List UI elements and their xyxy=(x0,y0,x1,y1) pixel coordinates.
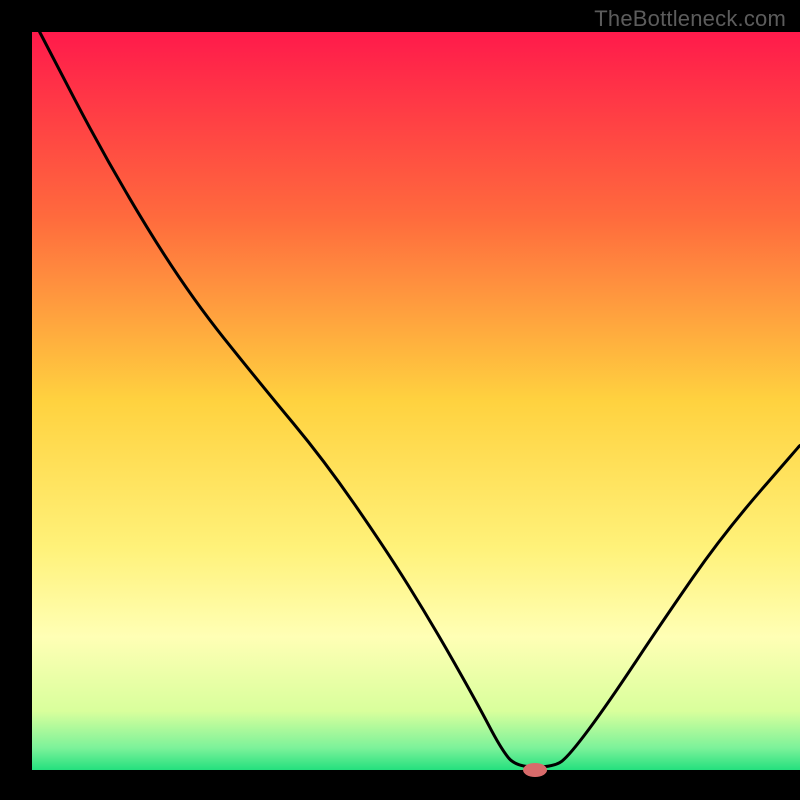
chart-frame: TheBottleneck.com xyxy=(0,0,800,800)
chart-svg xyxy=(0,0,800,800)
target-marker xyxy=(523,763,547,777)
plot-background xyxy=(32,32,800,770)
watermark-text: TheBottleneck.com xyxy=(594,6,786,32)
